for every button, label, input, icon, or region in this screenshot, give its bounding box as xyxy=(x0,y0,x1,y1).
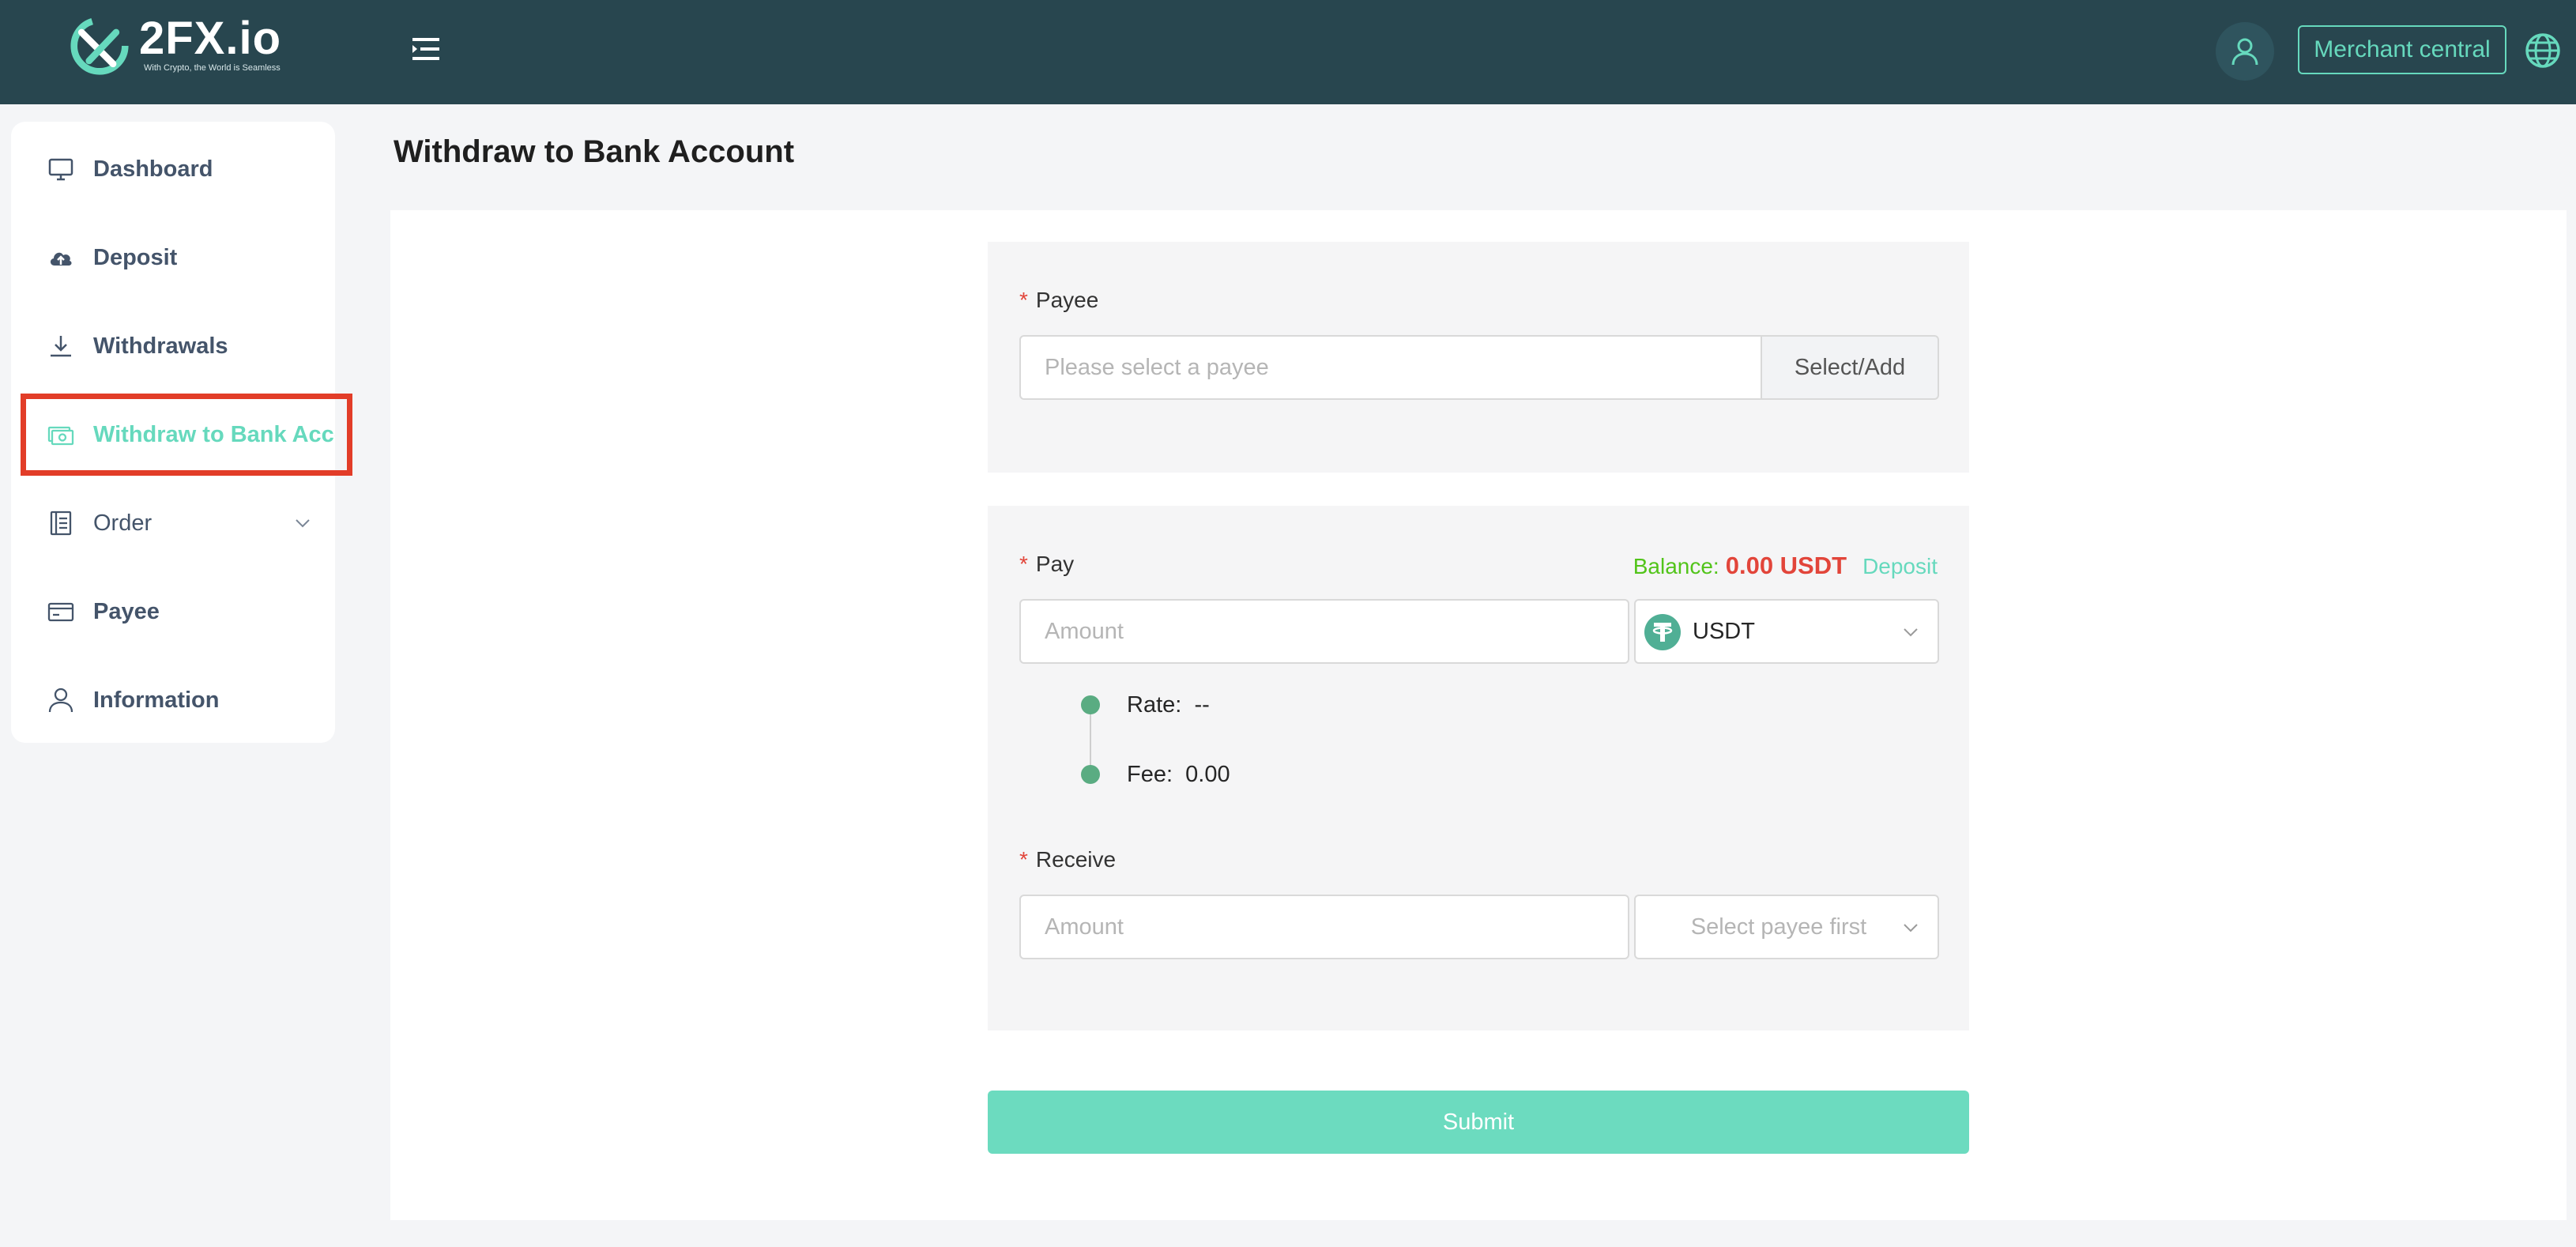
timeline-dot xyxy=(1081,765,1100,784)
globe-icon[interactable] xyxy=(2524,32,2562,70)
user-icon xyxy=(2231,38,2258,66)
page-title: Withdraw to Bank Account xyxy=(394,134,795,169)
receive-currency-placeholder: Select payee first xyxy=(1690,914,1867,940)
logo-icon xyxy=(70,17,129,75)
balance-display: Balance: 0.00 USDT Deposit xyxy=(1633,552,1938,580)
fee-value: 0.00 xyxy=(1185,762,1230,787)
sidebar-menu: Dashboard Deposit Withdrawals Withdraw t… xyxy=(11,122,335,743)
sidebar: Dashboard Deposit Withdrawals Withdraw t… xyxy=(11,122,335,743)
balance-label: Balance: xyxy=(1633,554,1719,578)
amount-section: * Pay Balance: 0.00 USDT Deposit Amount USD… xyxy=(988,506,1969,1030)
chevron-down-icon xyxy=(1904,628,1918,637)
pay-amount-input[interactable]: Amount xyxy=(1019,599,1629,664)
sidebar-item-payee[interactable]: Payee xyxy=(11,572,335,651)
sidebar-item-order[interactable]: Order xyxy=(11,484,335,563)
required-marker: * xyxy=(1019,847,1028,872)
cloud-upload-icon xyxy=(50,252,72,266)
pay-currency-select[interactable]: USDT xyxy=(1634,599,1939,664)
download-icon xyxy=(51,336,71,357)
sidebar-item-withdrawals[interactable]: Withdrawals xyxy=(11,307,335,386)
user-menu-button[interactable] xyxy=(2216,22,2274,81)
select-add-payee-button[interactable]: Select/Add xyxy=(1762,335,1939,400)
pay-label: * Pay xyxy=(1019,552,1074,577)
sidebar-item-withdraw-to-bank[interactable]: Withdraw to Bank Account xyxy=(11,395,335,474)
tether-icon xyxy=(1644,614,1681,650)
sidebar-item-deposit[interactable]: Deposit xyxy=(11,218,335,297)
chevron-down-icon xyxy=(1904,924,1918,932)
rate-row: Rate: -- xyxy=(1127,692,1210,718)
balance-value: 0.00 USDT xyxy=(1725,552,1847,579)
submit-button[interactable]: Submit xyxy=(988,1091,1969,1154)
sidebar-item-label: Order xyxy=(93,510,153,536)
rate-label: Rate: xyxy=(1127,692,1182,718)
payee-section: * Payee Please select a payee Select/Add xyxy=(988,242,1969,473)
timeline-dot xyxy=(1081,695,1100,714)
sidebar-item-label: Withdrawals xyxy=(93,333,228,359)
credit-card-icon xyxy=(47,602,74,622)
menu-fold-icon[interactable] xyxy=(411,35,443,63)
user-icon xyxy=(48,688,73,713)
fee-row: Fee: 0.00 xyxy=(1127,762,1230,788)
payee-label-text: Payee xyxy=(1035,288,1099,312)
top-bar: 2FX.io With Crypto, the World is Seamles… xyxy=(0,0,2576,104)
deposit-link[interactable]: Deposit xyxy=(1862,554,1938,578)
receipt-icon xyxy=(50,510,72,536)
brand-logo[interactable]: 2FX.io With Crypto, the World is Seamles… xyxy=(70,14,288,77)
receive-label: * Receive xyxy=(1019,847,1116,872)
required-marker: * xyxy=(1019,288,1028,312)
receive-label-text: Receive xyxy=(1035,847,1117,872)
sidebar-item-label: Payee xyxy=(93,598,160,624)
pay-label-text: Pay xyxy=(1035,552,1075,576)
merchant-central-button[interactable]: Merchant central xyxy=(2298,25,2506,74)
fee-label: Fee: xyxy=(1127,762,1173,787)
monitor-icon xyxy=(48,158,73,181)
pay-currency-value: USDT xyxy=(1693,618,1755,644)
sidebar-item-label: Deposit xyxy=(93,244,178,270)
receive-amount-input[interactable]: Amount xyxy=(1019,895,1629,959)
sidebar-item-label: Withdraw to Bank Account xyxy=(93,421,335,447)
brand-tagline: With Crypto, the World is Seamless xyxy=(144,63,281,73)
cash-icon xyxy=(47,426,74,446)
sidebar-item-label: Dashboard xyxy=(93,156,213,182)
chevron-down-icon xyxy=(296,519,310,528)
payee-label: * Payee xyxy=(1019,288,1098,313)
sidebar-item-label: Information xyxy=(93,687,220,713)
brand-name: 2FX.io xyxy=(139,13,282,64)
sidebar-item-dashboard[interactable]: Dashboard xyxy=(11,130,335,209)
sidebar-item-information[interactable]: Information xyxy=(11,661,335,740)
required-marker: * xyxy=(1019,552,1028,576)
receive-currency-select[interactable]: Select payee first xyxy=(1634,895,1939,959)
rate-value: -- xyxy=(1194,692,1210,718)
payee-input[interactable]: Please select a payee xyxy=(1019,335,1762,400)
